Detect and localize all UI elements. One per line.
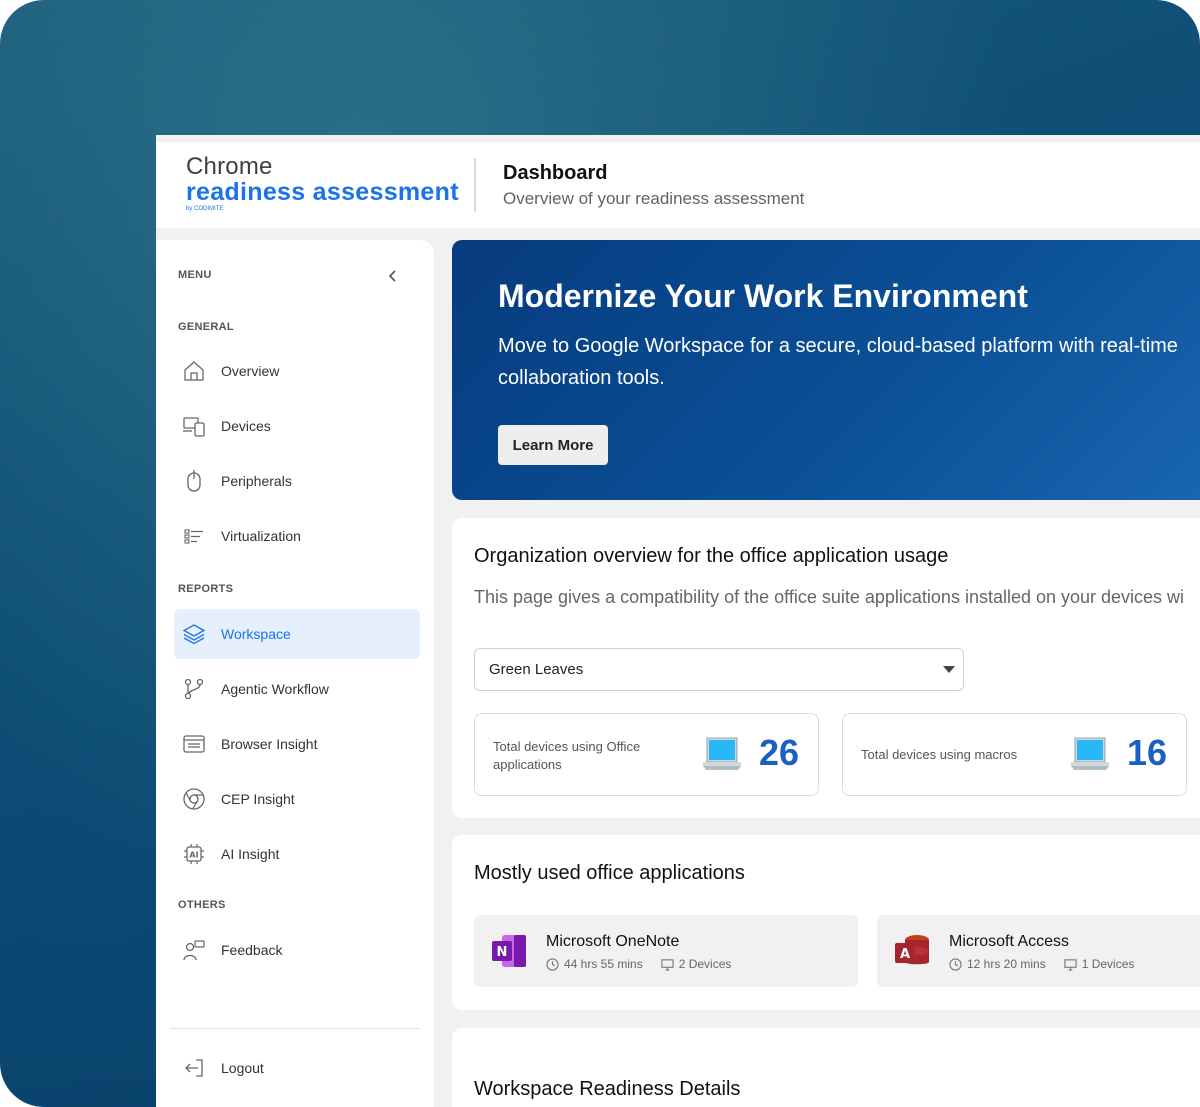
- logout-label: Logout: [221, 1060, 264, 1076]
- chevron-left-icon[interactable]: [384, 267, 402, 285]
- sidebar-item-label: Agentic Workflow: [221, 681, 329, 697]
- section-others: OTHERS: [178, 899, 226, 911]
- workflow-icon: [181, 676, 207, 702]
- app-tile-onenote[interactable]: N Microsoft OneNote 44 hrs 55 mins 2 Dev…: [474, 915, 858, 987]
- logo[interactable]: Chrome readiness assessment by CODIMITE: [186, 154, 459, 213]
- svg-text:A: A: [900, 947, 910, 962]
- stat-value: 26: [759, 732, 800, 773]
- learn-more-button[interactable]: Learn More: [498, 425, 608, 465]
- page-title: Dashboard: [503, 162, 608, 184]
- stat-label: Total devices using macros: [861, 747, 1018, 762]
- sidebar-item-label: AI Insight: [221, 846, 280, 862]
- monitor-icon: [661, 958, 674, 971]
- sidebar-item-peripherals[interactable]: Peripherals: [174, 456, 420, 506]
- sidebar-item-agentic-workflow[interactable]: Agentic Workflow: [174, 664, 420, 714]
- logo-chrome: Chrome: [186, 153, 273, 180]
- app-meta: 12 hrs 20 mins 1 Devices: [949, 957, 1134, 971]
- clock-icon: [949, 957, 962, 971]
- org-overview-card: Organization overview for the office app…: [452, 518, 1200, 818]
- chrome-icon: [181, 786, 207, 812]
- app-name: Microsoft Access: [949, 933, 1070, 950]
- sidebar-item-ai-insight[interactable]: AI AI Insight: [174, 829, 420, 879]
- app-usage-time: 12 hrs 20 mins: [967, 957, 1046, 971]
- sidebar-item-feedback[interactable]: Feedback: [174, 925, 420, 975]
- organization-select[interactable]: Green Leaves: [474, 648, 964, 691]
- app-name: Microsoft OneNote: [546, 933, 680, 950]
- sidebar-item-cep-insight[interactable]: CEP Insight: [174, 774, 420, 824]
- section-general: GENERAL: [178, 321, 234, 333]
- feedback-icon: [181, 937, 207, 963]
- logout-button[interactable]: Logout: [174, 1043, 420, 1093]
- details-card: Workspace Readiness Details: [452, 1028, 1200, 1107]
- hero-banner: Modernize Your Work Environment Move to …: [452, 240, 1200, 500]
- ai-icon: AI: [181, 841, 207, 867]
- app-usage-time: 44 hrs 55 mins: [564, 957, 643, 971]
- list-icon: [181, 523, 207, 549]
- sidebar-item-label: Workspace: [221, 626, 291, 642]
- app-device-count: 2 Devices: [678, 957, 732, 971]
- org-overview-description: This page gives a compatibility of the o…: [474, 587, 1185, 607]
- onenote-icon: N: [492, 935, 526, 967]
- most-used-card: Mostly used office applications N Micros…: [452, 835, 1200, 1010]
- sidebar-item-label: Feedback: [221, 942, 283, 958]
- hero-text: Move to Google Workspace for a secure, c…: [498, 335, 1178, 389]
- caret-down-icon: [943, 666, 955, 673]
- sidebar-item-label: Devices: [221, 418, 271, 434]
- stat-office-devices: Total devices using Office applications …: [474, 713, 819, 796]
- logout-icon: [181, 1055, 207, 1081]
- sidebar-item-label: Browser Insight: [221, 736, 318, 752]
- sidebar-item-label: Overview: [221, 363, 280, 379]
- svg-text:AI: AI: [189, 851, 198, 860]
- sidebar-item-label: Virtualization: [221, 528, 301, 544]
- stat-macro-devices: Total devices using macros 16: [842, 713, 1187, 796]
- laptop-icon: [703, 737, 741, 770]
- access-icon: A: [895, 935, 929, 965]
- header: Chrome readiness assessment by CODIMITE …: [156, 142, 1200, 228]
- sidebar-item-overview[interactable]: Overview: [174, 346, 420, 396]
- menu-label: MENU: [178, 269, 212, 281]
- stat-value: 16: [1127, 732, 1168, 773]
- sidebar-item-workspace[interactable]: Workspace: [174, 609, 420, 659]
- sidebar-item-browser-insight[interactable]: Browser Insight: [174, 719, 420, 769]
- hero-title: Modernize Your Work Environment: [498, 278, 1028, 314]
- mouse-icon: [181, 468, 207, 494]
- browser-icon: [181, 731, 207, 757]
- header-divider: [474, 158, 476, 212]
- details-title: Workspace Readiness Details: [474, 1078, 741, 1100]
- sidebar-divider: [170, 1028, 420, 1029]
- app-window: Chrome readiness assessment by CODIMITE …: [156, 135, 1200, 1107]
- devices-icon: [181, 413, 207, 439]
- layers-icon: [181, 621, 207, 647]
- svg-text:N: N: [497, 945, 508, 960]
- sidebar-item-devices[interactable]: Devices: [174, 401, 420, 451]
- organization-select-value: Green Leaves: [489, 661, 584, 678]
- section-reports: REPORTS: [178, 583, 234, 595]
- most-used-title: Mostly used office applications: [474, 862, 745, 884]
- clock-icon: [546, 957, 559, 971]
- logo-by: by CODIMITE: [186, 206, 224, 212]
- sidebar-item-virtualization[interactable]: Virtualization: [174, 511, 420, 561]
- logo-readiness: readiness assessment: [186, 178, 459, 206]
- laptop-icon: [1071, 737, 1109, 770]
- org-overview-title: Organization overview for the office app…: [474, 545, 949, 567]
- sidebar-item-label: CEP Insight: [221, 791, 295, 807]
- page-subtitle: Overview of your readiness assessment: [503, 189, 805, 208]
- sidebar: MENU GENERAL Overview Devices Peripheral…: [156, 240, 434, 1107]
- home-icon: [181, 358, 207, 384]
- sidebar-item-label: Peripherals: [221, 473, 292, 489]
- app-meta: 44 hrs 55 mins 2 Devices: [546, 957, 731, 971]
- stat-label: Total devices using Office applications: [493, 739, 641, 772]
- monitor-icon: [1064, 958, 1077, 971]
- app-tile-access[interactable]: A Microsoft Access 12 hrs 20 mins 1 Devi…: [877, 915, 1200, 987]
- app-device-count: 1 Devices: [1081, 957, 1135, 971]
